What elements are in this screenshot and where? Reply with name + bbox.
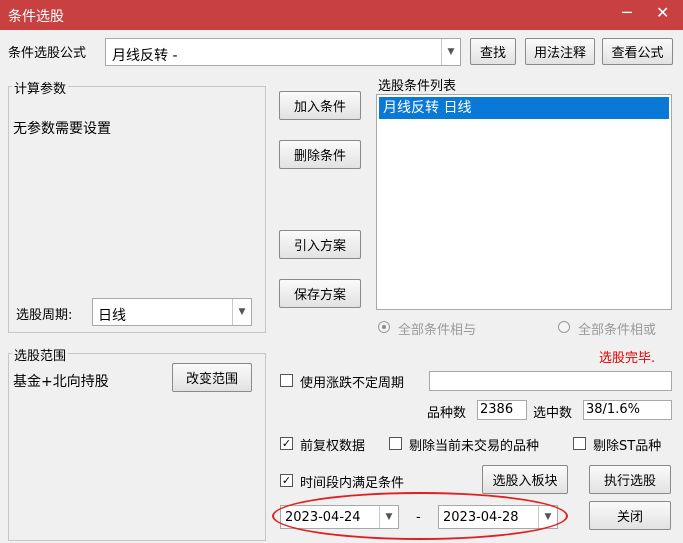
calendar-dropdown-icon[interactable]: ▼: [538, 506, 557, 528]
selected-label: 选中数: [533, 406, 573, 421]
conditions-legend: 选股条件列表: [378, 79, 457, 94]
and-radio[interactable]: [378, 321, 390, 333]
usage-button[interactable]: 用法注释: [525, 38, 595, 65]
start-date-picker[interactable]: 2023-04-24 ▼: [280, 505, 399, 529]
view-formula-button[interactable]: 查看公式: [602, 38, 673, 65]
period-value: 日线: [98, 308, 126, 324]
end-date-picker[interactable]: 2023-04-28 ▼: [438, 505, 558, 529]
delete-condition-button[interactable]: 删除条件: [279, 140, 361, 169]
add-to-block-button[interactable]: 选股入板块: [482, 465, 568, 494]
range-text: 基金+北向持股: [13, 374, 109, 390]
and-label: 全部条件相与: [398, 323, 477, 338]
variable-period-checkbox[interactable]: [280, 374, 293, 387]
period-label: 选股周期:: [16, 308, 73, 323]
date-separator: -: [416, 510, 421, 525]
or-radio[interactable]: [558, 321, 570, 333]
exclude-st-checkbox[interactable]: [573, 437, 586, 450]
start-date-value: 2023-04-24: [285, 510, 361, 525]
selected-value: 38/1.6%: [583, 400, 672, 420]
exclude-st-label: 剔除ST品种: [593, 439, 662, 454]
time-range-label: 时间段内满足条件: [300, 476, 405, 491]
time-range-checkbox[interactable]: ✓: [280, 474, 293, 487]
execute-button[interactable]: 执行选股: [589, 465, 671, 494]
formula-label: 条件选股公式: [8, 46, 87, 61]
exclude-untraded-checkbox[interactable]: [389, 437, 402, 450]
chevron-down-icon[interactable]: ▼: [232, 299, 251, 325]
close-button[interactable]: 关闭: [589, 501, 671, 530]
minimize-icon[interactable]: ─: [622, 3, 632, 22]
window-title: 条件选股: [8, 9, 64, 25]
formula-select[interactable]: 月线反转 - ▼: [105, 38, 461, 66]
adjust-checkbox[interactable]: ✓: [280, 437, 293, 450]
import-scheme-button[interactable]: 引入方案: [279, 230, 361, 259]
end-date-value: 2023-04-28: [443, 510, 519, 525]
formula-value: 月线反转 -: [112, 48, 178, 64]
params-text: 无参数需要设置: [13, 121, 111, 137]
params-legend: 计算参数: [12, 78, 69, 97]
period-select[interactable]: 日线 ▼: [92, 298, 252, 326]
change-range-button[interactable]: 改变范围: [172, 363, 252, 392]
calendar-dropdown-icon[interactable]: ▼: [379, 506, 398, 528]
count-label: 品种数: [427, 406, 467, 421]
conditions-list[interactable]: 月线反转 日线: [376, 94, 672, 310]
variable-period-input[interactable]: [429, 371, 672, 391]
add-condition-button[interactable]: 加入条件: [279, 91, 361, 120]
or-label: 全部条件相或: [578, 323, 657, 338]
chevron-down-icon[interactable]: ▼: [441, 39, 460, 65]
find-button[interactable]: 查找: [470, 38, 516, 65]
list-item[interactable]: 月线反转 日线: [379, 97, 669, 119]
close-icon[interactable]: ✕: [656, 3, 669, 22]
status-text: 选股完毕.: [599, 351, 656, 366]
variable-period-label: 使用涨跌不定周期: [300, 376, 405, 391]
save-scheme-button[interactable]: 保存方案: [279, 279, 361, 308]
title-bar: 条件选股 ─ ✕: [0, 0, 683, 30]
count-value: 2386: [477, 400, 527, 420]
range-legend: 选股范围: [12, 345, 69, 364]
adjust-label: 前复权数据: [300, 439, 366, 454]
exclude-untraded-label: 剔除当前未交易的品种: [409, 439, 540, 454]
